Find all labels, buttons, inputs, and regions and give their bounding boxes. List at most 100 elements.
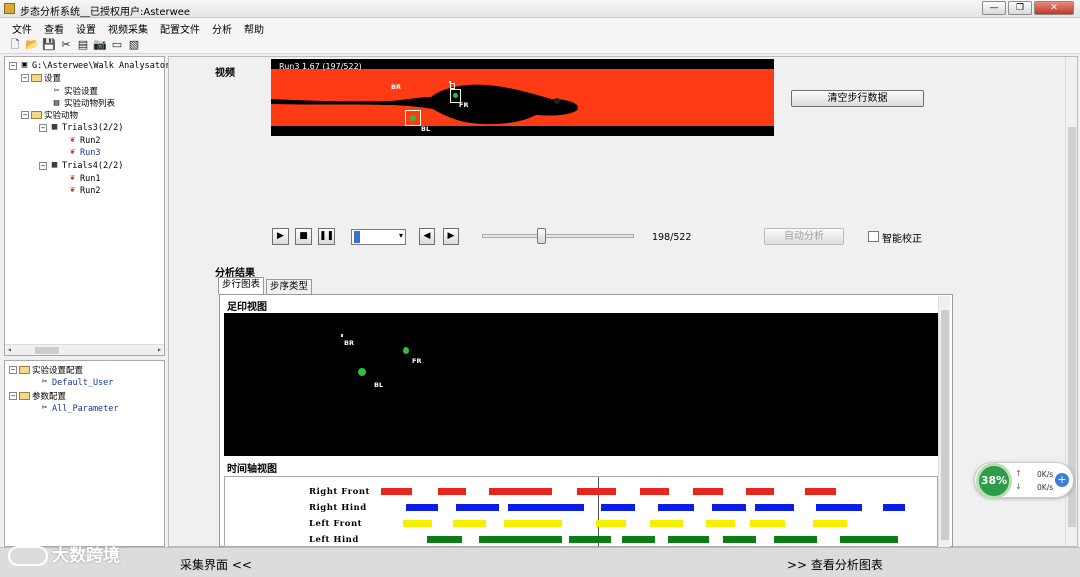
footprint-bl [358,368,366,376]
save-icon[interactable]: 💾 [42,38,56,52]
tree-run[interactable]: ❦ Run3 [67,147,101,158]
tree-run[interactable]: ❦ Run2 [67,185,101,196]
tab-step-chart[interactable]: 步行图表 [218,277,265,294]
collapse-icon[interactable]: − [9,392,17,400]
timeline-bar [406,504,438,511]
timeline-bar [504,520,562,527]
menu-settings[interactable]: 设置 [70,19,102,36]
step-back-button[interactable]: ◀ [419,228,435,245]
collapse-icon[interactable]: − [9,366,17,374]
timeline-bar [427,536,462,543]
timeline-bar [693,488,724,495]
tree-root[interactable]: − ▣ G:\Asterwee\Walk Analysator [9,60,170,71]
plus-icon[interactable]: + [1055,473,1069,487]
timeline-bar [453,520,486,527]
tree-trial[interactable]: − ▦ Trials3(2/2) [39,122,123,133]
upload-rate: 0K/s [1037,470,1054,479]
slider-knob[interactable] [537,228,546,244]
minimize-button[interactable]: — [982,1,1006,15]
tree-settings[interactable]: − 设置 [21,72,61,84]
timeline-bar [568,536,611,543]
tree-default-user[interactable]: ✂ Default_User [39,377,114,388]
paw-tag-bl: BL [421,125,431,133]
scroll-right-icon[interactable]: ▸ [157,345,162,354]
auto-analyze-button[interactable]: 自动分析 [764,228,844,245]
timeline-bar [489,488,553,495]
step-forward-button[interactable]: ▶ [443,228,459,245]
watermark-logo [8,546,48,566]
camera-icon[interactable]: 📷 [93,38,107,52]
menu-help[interactable]: 帮助 [238,19,270,36]
pause-button[interactable]: ❚❚ [318,228,335,245]
timeline-bar [815,504,863,511]
menu-view[interactable]: 查看 [38,19,70,36]
capture-interface-link[interactable]: 采集界面 << [180,556,252,573]
video-player[interactable]: Run3 1.67 (197/522) BR FR BL [271,59,774,136]
network-monitor-widget[interactable]: 38% ↑ 0K/s ↓ 0K/s + [974,462,1074,499]
timeline-bar [745,488,775,495]
tree-run[interactable]: ❦ Run1 [67,173,101,184]
timeline-bar [705,520,735,527]
timeline-bar [479,536,563,543]
tree-root-label: G:\Asterwee\Walk Analysator [32,60,171,71]
tools-icon[interactable]: ✂ [59,38,73,52]
menu-config-file[interactable]: 配置文件 [154,19,206,36]
collapse-icon[interactable]: − [9,61,17,70]
report-icon[interactable]: ▧ [127,38,141,52]
collapse-icon[interactable]: − [39,161,47,170]
list-icon[interactable]: ▤ [76,38,90,52]
tree-run-label: Run2 [80,185,101,196]
maximize-button[interactable]: ❐ [1008,1,1032,15]
folder-icon [31,111,42,119]
clear-step-data-button[interactable]: 清空步行数据 [791,90,924,107]
view-analysis-chart-link[interactable]: >> 查看分析图表 [787,556,883,573]
timeline-bar [577,488,616,495]
timeline-bar [755,504,795,511]
tools-icon: ✂ [41,377,48,387]
collapse-icon[interactable]: − [21,111,29,119]
open-folder-icon[interactable]: 📂 [25,38,39,52]
tools-icon: ✂ [53,85,60,96]
collapse-icon[interactable]: − [39,123,47,132]
collapse-icon[interactable]: − [21,74,29,82]
tab-step-sequence[interactable]: 步序类型 [266,279,313,294]
timeline-bar [403,520,433,527]
play-button[interactable]: ▶ [272,228,289,245]
tree-animal-list[interactable]: ▤ 实验动物列表 [51,97,115,110]
pause-icon: ❚❚ [319,231,335,241]
new-file-icon[interactable]: 🗋 [8,38,22,52]
scrollbar-thumb[interactable] [35,347,59,354]
results-scrollbar[interactable] [938,296,950,547]
frame-slider[interactable] [482,228,634,244]
menu-analysis[interactable]: 分析 [206,19,238,36]
tree-parameter-config-label: 参数配置 [32,392,67,402]
menu-video-capture[interactable]: 视频采集 [102,19,154,36]
paw-icon: ❦ [69,185,76,195]
timeline-bar [750,520,785,527]
stop-icon: ■ [299,231,308,241]
tree-all-parameter[interactable]: ✂ All_Parameter [39,403,119,414]
timeline-bar [456,504,500,511]
scroll-left-icon[interactable]: ◂ [7,345,12,354]
paw-marker-dot [449,81,451,83]
rectangle-icon[interactable]: ▭ [110,38,124,52]
stop-button[interactable]: ■ [295,228,312,245]
menu-file[interactable]: 文件 [6,19,38,36]
speed-select[interactable]: ▾ [351,229,406,245]
watermark-text: 大数跨境 [52,546,120,566]
tree-animals-label: 实验动物 [44,111,79,121]
tree-experiment-settings[interactable]: ✂ 实验设置 [51,85,99,98]
tree-experiment-config[interactable]: − 实验设置配置 [9,364,83,376]
tree-animals[interactable]: − 实验动物 [21,109,78,121]
folder-icon [19,392,30,400]
tree-trial[interactable]: − ▦ Trials4(2/2) [39,160,123,171]
tree-run[interactable]: ❦ Run2 [67,135,101,146]
horizontal-scrollbar[interactable]: ◂ ▸ [5,344,164,355]
tree-experiment-settings-label: 实验设置 [64,87,99,97]
scrollbar-thumb[interactable] [941,310,949,540]
close-button[interactable]: ✕ [1034,1,1074,15]
timeline-bar [438,488,466,495]
tree-parameter-config[interactable]: − 参数配置 [9,390,66,402]
timeline-row-label: Right Front [309,487,370,497]
smart-correction-checkbox[interactable] [868,231,879,242]
